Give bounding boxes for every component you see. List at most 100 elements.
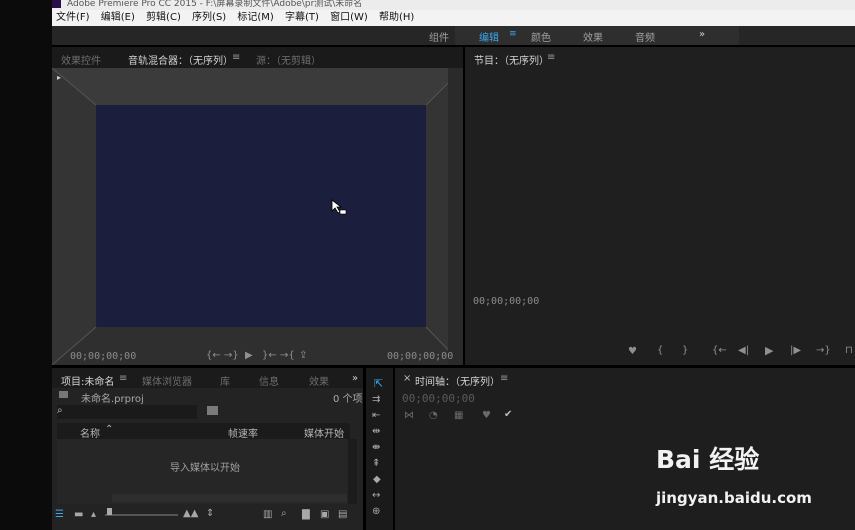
workspace-effects[interactable]: 效果	[583, 29, 603, 44]
add-marker-timeline-icon[interactable]: ▦	[454, 410, 463, 421]
menu-file[interactable]: 文件(F)	[56, 12, 90, 23]
new-bin-from-search-icon[interactable]	[207, 406, 218, 415]
automate-to-sequence-icon[interactable]: ▥	[263, 509, 272, 520]
workspace-assembly[interactable]: 组件	[429, 29, 449, 44]
left-desktop-strip	[0, 0, 52, 530]
mark-in-icon[interactable]: {←	[206, 350, 221, 361]
slide-tool-icon[interactable]: ↔	[372, 490, 380, 501]
panel-menu-icon[interactable]: ≡	[232, 52, 240, 63]
empty-import-hint: 导入媒体以开始	[170, 463, 240, 474]
source-panel: 效果控件 音轨混合器：（无序列） ≡ 源：（无剪辑） ▸ 00;00;00;00…	[52, 47, 463, 365]
workspace-audio[interactable]: 音频	[635, 29, 655, 44]
tab-program[interactable]: 节目：（无序列）	[474, 52, 549, 67]
add-marker-icon[interactable]: ♥	[628, 346, 637, 357]
menu-edit[interactable]: 编辑(E)	[101, 12, 135, 23]
menu-title[interactable]: 字幕(T)	[285, 12, 319, 23]
source-timecode-duration: 00;00;00;00	[387, 351, 454, 362]
tab-libraries[interactable]: 库	[220, 373, 230, 388]
tab-project[interactable]: 项目:未命名	[61, 373, 114, 388]
program-panel: 节目：（无序列） ≡ 00;00;00;00 ♥ { } {← ◀| ▶ |▶ …	[465, 47, 855, 365]
menu-clip[interactable]: 剪辑(C)	[146, 12, 181, 23]
wrench-icon[interactable]: ✔	[504, 409, 512, 420]
menu-sequence[interactable]: 序列(S)	[192, 12, 226, 23]
tab-effect-controls[interactable]: 效果控件	[61, 52, 101, 67]
folder-icon	[59, 391, 68, 398]
icon-view-icon[interactable]: ▬	[74, 509, 83, 520]
marker-icon[interactable]: ♥	[482, 410, 491, 421]
zoom-in-icon[interactable]: ▲▲	[183, 508, 198, 519]
razor-tool-icon[interactable]: ⇞	[372, 458, 380, 469]
project-horizontal-scrollbar[interactable]	[112, 494, 347, 502]
project-scrollbar[interactable]	[348, 439, 357, 504]
mark-out-bracket-icon[interactable]: }	[682, 345, 688, 356]
step-forward-icon[interactable]: |▶	[790, 345, 801, 356]
item-count: 0 个项	[333, 394, 363, 405]
rolling-edit-tool-icon[interactable]: ⇹	[372, 426, 380, 437]
tab-audio-track-mixer[interactable]: 音轨混合器：（无序列）	[128, 52, 233, 67]
rate-stretch-tool-icon[interactable]: ⇼	[372, 442, 380, 453]
source-viewer[interactable]: ▸ 00;00;00;00 00;00;00;00 {← →} ▶ }← →{ …	[52, 68, 463, 365]
mark-in-bracket-icon[interactable]: {	[657, 345, 663, 356]
workspace-editing-menu-icon[interactable]: ≡	[509, 29, 517, 39]
menu-window[interactable]: 窗口(W)	[330, 12, 368, 23]
tools-panel: ⇱ ⇉ ⇤ ⇹ ⇼ ⇞ ◆ ↔ ⊕	[366, 368, 393, 530]
project-filename: 未命名.prproj	[81, 394, 144, 405]
timeline-menu-icon[interactable]: ≡	[500, 373, 508, 384]
snap-icon[interactable]: ⋈	[404, 410, 414, 421]
go-to-in-icon[interactable]: }←	[262, 350, 277, 361]
selection-tool-icon[interactable]: ⇱	[374, 377, 383, 390]
workspace-editing[interactable]: 编辑	[479, 29, 499, 44]
tab-timeline[interactable]: 时间轴：（无序列）	[415, 373, 500, 388]
new-bin-icon[interactable]: ▇	[302, 509, 310, 520]
project-tab-bar: 项目:未命名 ≡ 媒体浏览器 库 信息 效果 »	[52, 368, 363, 388]
tab-info[interactable]: 信息	[259, 373, 279, 388]
linked-selection-icon[interactable]: ◔	[429, 410, 438, 421]
tab-media-browser[interactable]: 媒体浏览器	[142, 373, 192, 388]
pen-tool-icon[interactable]: ⊕	[372, 506, 380, 517]
list-view-icon[interactable]: ☰	[55, 509, 64, 520]
program-tab-bar: 节目：（无序列） ≡	[465, 47, 855, 68]
sort-icons-icon[interactable]: ⇕	[206, 508, 214, 519]
close-icon[interactable]: ×	[403, 373, 411, 384]
video-display	[96, 105, 426, 327]
column-media-start[interactable]: 媒体开始	[304, 425, 344, 440]
menu-bar: 文件(F) 编辑(E) 剪辑(C) 序列(S) 标记(M) 字幕(T) 窗口(W…	[52, 10, 855, 26]
share-icon[interactable]: ⇪	[299, 350, 307, 361]
workspace-bar: 组件 编辑 ≡ 颜色 效果 音频 »	[52, 26, 855, 45]
track-select-tool-icon[interactable]: ⇉	[372, 394, 380, 405]
program-play-icon[interactable]: ▶	[765, 344, 773, 357]
clear-icon[interactable]: ▤	[338, 509, 347, 520]
watermark-brand: Bai 经验	[656, 445, 760, 474]
project-search-input[interactable]	[57, 405, 197, 419]
slip-tool-icon[interactable]: ◆	[373, 474, 381, 485]
zoom-out-icon[interactable]: ▴	[91, 509, 96, 520]
tab-source[interactable]: 源：（无剪辑）	[256, 52, 321, 67]
play-icon[interactable]: ▶	[245, 350, 253, 361]
workspace-more-icon[interactable]: »	[699, 29, 705, 40]
premiere-logo-icon	[52, 0, 61, 8]
menu-marker[interactable]: 标记(M)	[237, 12, 273, 23]
go-to-in-icon[interactable]: {←	[712, 345, 727, 356]
column-name[interactable]: 名称	[80, 425, 100, 440]
mark-out-icon[interactable]: →}	[224, 350, 239, 361]
project-more-icon[interactable]: »	[352, 373, 358, 384]
ripple-edit-tool-icon[interactable]: ⇤	[372, 410, 380, 421]
zoom-slider[interactable]	[105, 514, 178, 516]
sort-ascending-icon: ⌃	[105, 424, 114, 435]
search-icon: ⌕	[57, 405, 63, 416]
lift-icon[interactable]: ⊓	[845, 345, 853, 356]
zoom-slider-handle[interactable]	[107, 508, 112, 515]
find-icon[interactable]: ⌕	[281, 508, 287, 519]
tab-effects[interactable]: 效果	[309, 373, 329, 388]
new-item-icon[interactable]: ▣	[320, 509, 329, 520]
go-to-out-icon[interactable]: →}	[816, 345, 831, 356]
program-menu-icon[interactable]: ≡	[547, 52, 555, 63]
workspace-color[interactable]: 颜色	[531, 29, 551, 44]
source-timecode-current: 00;00;00;00	[70, 351, 137, 362]
project-menu-icon[interactable]: ≡	[119, 373, 127, 384]
step-back-icon[interactable]: ◀|	[738, 345, 749, 356]
mouse-cursor-icon	[331, 199, 347, 215]
menu-help[interactable]: 帮助(H)	[379, 12, 414, 23]
column-frame-rate[interactable]: 帧速率	[228, 425, 258, 440]
go-to-out-icon[interactable]: →{	[280, 350, 295, 361]
